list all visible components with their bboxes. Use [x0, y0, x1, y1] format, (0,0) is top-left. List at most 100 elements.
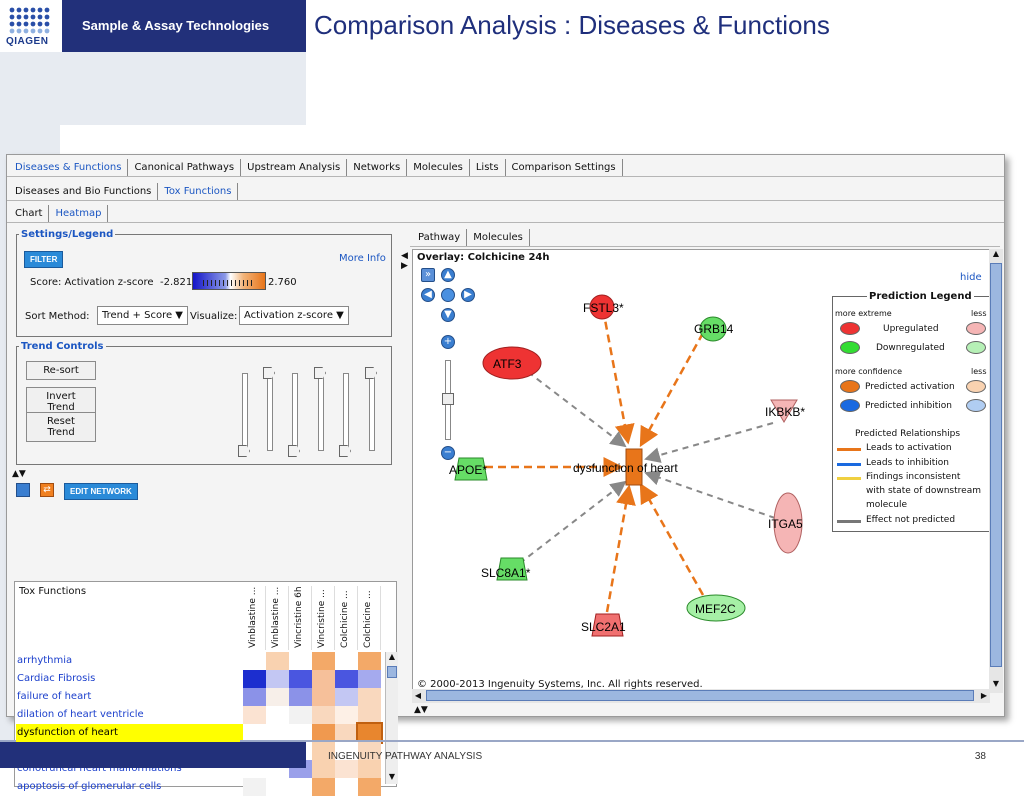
tab-diseases-bio-functions[interactable]: Diseases and Bio Functions	[11, 183, 159, 200]
edit-network-button[interactable]: EDIT NETWORK	[64, 483, 138, 500]
grid-row-label[interactable]: apoptosis of glomerular cells	[16, 778, 240, 796]
tab-diseases-functions[interactable]: Diseases & Functions	[11, 159, 129, 176]
heatmap-cell[interactable]	[312, 760, 335, 778]
collapse-arrows-icon[interactable]: ◀ ▶	[401, 251, 408, 271]
tab-tox-functions[interactable]: Tox Functions	[160, 183, 239, 200]
trend-slider-track[interactable]	[292, 373, 298, 451]
grid-column-header[interactable]: Colchicine ...	[358, 586, 381, 650]
grid-vertical-scrollbar[interactable]: ▲ ▼	[385, 652, 398, 784]
legend-predicted-activation: Predicted activation	[865, 382, 955, 392]
grid-row-label[interactable]: dilation of heart ventricle	[16, 706, 240, 724]
heatmap-cell[interactable]	[358, 778, 381, 796]
legend-relationships: Predicted Relationships	[855, 429, 961, 439]
tab-upstream-analysis[interactable]: Upstream Analysis	[243, 159, 348, 176]
label-mef2c: MEF2C	[695, 602, 736, 616]
more-info-link[interactable]: More Info	[339, 253, 386, 264]
heatmap-cell[interactable]	[312, 706, 335, 724]
heatmap-cell[interactable]	[289, 778, 312, 796]
scroll-up-icon[interactable]: ▲	[386, 652, 398, 664]
scroll-down-icon[interactable]: ▼	[386, 772, 398, 784]
heatmap-cell[interactable]	[335, 760, 358, 778]
bottom-splitter-arrows-icon[interactable]: ▲▼	[414, 705, 428, 715]
tab-networks[interactable]: Networks	[349, 159, 408, 176]
pathway-canvas[interactable]: Overlay: Colchicine 24h hide » ▲ ◀ ▶ ▼ +…	[412, 249, 991, 693]
heatmap-cell[interactable]	[358, 670, 381, 688]
heatmap-cell[interactable]	[243, 688, 266, 706]
reset-trend-button[interactable]: Reset Trend	[26, 412, 96, 442]
heatmap-cell[interactable]	[266, 652, 289, 670]
grid-column-header[interactable]: Vinblastine ...	[243, 586, 266, 650]
trend-slider-track[interactable]	[369, 373, 375, 451]
filter-button[interactable]: FILTER	[24, 251, 64, 268]
tab-chart[interactable]: Chart	[11, 205, 50, 222]
sort-method-select[interactable]: Trend + Score ▼	[97, 306, 188, 325]
grid-column-header[interactable]: Colchicine ...	[335, 586, 358, 650]
heatmap-cell[interactable]	[312, 652, 335, 670]
heatmap-cell[interactable]	[289, 670, 312, 688]
heatmap-cell[interactable]	[289, 706, 312, 724]
swap-icon[interactable]: ⇄	[40, 483, 54, 497]
heatmap-cell[interactable]	[358, 652, 381, 670]
legend-inhibition-weak	[966, 399, 986, 412]
grid-column-header[interactable]: Vincristine ...	[312, 586, 335, 650]
pathway-scroll-down-icon[interactable]: ▼	[989, 679, 1003, 691]
heatmap-cell[interactable]	[335, 706, 358, 724]
splitter-arrows-icon[interactable]: ▲▼	[12, 469, 26, 479]
export-icon[interactable]	[16, 483, 30, 497]
tab-molecules[interactable]: Molecules	[409, 159, 470, 176]
heatmap-cell[interactable]	[358, 688, 381, 706]
grid-row-label[interactable]: Cardiac Fibrosis	[16, 670, 240, 688]
pathway-vscroll-thumb[interactable]	[990, 263, 1002, 667]
grid-column-header[interactable]: Vincristine 6h	[289, 586, 312, 650]
pathway-scroll-up-icon[interactable]: ▲	[989, 249, 1003, 261]
heatmap-cell[interactable]	[335, 670, 358, 688]
heatmap-cell[interactable]	[312, 670, 335, 688]
heatmap-cell[interactable]	[266, 778, 289, 796]
sort-method-label: Sort Method:	[25, 311, 90, 322]
heatmap-cell[interactable]	[243, 652, 266, 670]
pathway-hscroll-thumb[interactable]	[426, 690, 974, 701]
heatmap-cell[interactable]	[266, 706, 289, 724]
legend-line-inconsistent	[837, 477, 861, 480]
heatmap-cell[interactable]	[312, 688, 335, 706]
visualize-select[interactable]: Activation z-score ▼	[239, 306, 349, 325]
grid-row-label[interactable]: failure of heart	[16, 688, 240, 706]
legend-leads-activation: Leads to activation	[866, 443, 952, 453]
heatmap-cell[interactable]	[358, 706, 381, 724]
tab-pathway-molecules[interactable]: Molecules	[469, 229, 530, 246]
pathway-vertical-scrollbar[interactable]: ▲ ▼	[989, 249, 1003, 693]
scroll-thumb[interactable]	[387, 666, 397, 678]
trend-slider-track[interactable]	[267, 373, 273, 451]
grid-column-header[interactable]: Vinblastine ...	[266, 586, 289, 650]
pathway-scroll-right-icon[interactable]: ▶	[978, 689, 990, 703]
heatmap-cell[interactable]	[335, 778, 358, 796]
trend-slider-track[interactable]	[242, 373, 248, 451]
heatmap-cell[interactable]	[312, 778, 335, 796]
trend-slider-track[interactable]	[318, 373, 324, 451]
trend-slider-track[interactable]	[343, 373, 349, 451]
heatmap-cell[interactable]	[266, 688, 289, 706]
trend-controls-title: Trend Controls	[21, 341, 104, 352]
heatmap-cell[interactable]	[358, 760, 381, 778]
heatmap-cell[interactable]	[289, 652, 312, 670]
heatmap-cell[interactable]	[289, 688, 312, 706]
white-block	[60, 125, 308, 155]
tab-pathway[interactable]: Pathway	[414, 229, 468, 246]
heatmap-cell[interactable]	[335, 652, 358, 670]
grid-row-label[interactable]: dysfunction of heart	[16, 724, 240, 742]
heatmap-cell[interactable]	[243, 670, 266, 688]
heatmap-cell[interactable]	[243, 706, 266, 724]
tab-heatmap[interactable]: Heatmap	[51, 205, 109, 222]
legend-downregulated: Downregulated	[876, 343, 945, 353]
score-min: -2.821	[160, 277, 193, 288]
heatmap-cell[interactable]	[243, 778, 266, 796]
tab-canonical-pathways[interactable]: Canonical Pathways	[130, 159, 242, 176]
resort-button[interactable]: Re-sort	[26, 361, 96, 380]
pathway-horizontal-scrollbar[interactable]: ◀ ▶	[412, 689, 990, 703]
tab-comparison-settings[interactable]: Comparison Settings	[508, 159, 623, 176]
tab-lists[interactable]: Lists	[472, 159, 506, 176]
heatmap-cell[interactable]	[266, 670, 289, 688]
grid-row-label[interactable]: arrhythmia	[16, 652, 240, 670]
heatmap-cell[interactable]	[335, 688, 358, 706]
pathway-scroll-left-icon[interactable]: ◀	[412, 689, 424, 703]
